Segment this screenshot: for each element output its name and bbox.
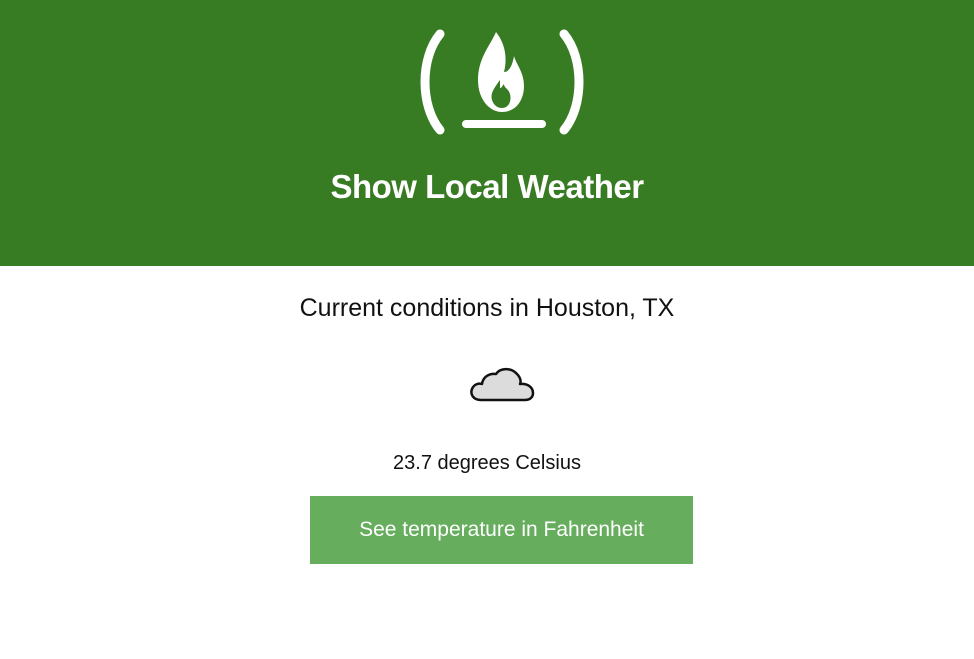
freecodecamp-fire-logo-icon [420,29,584,135]
header-banner: Show Local Weather [0,0,974,266]
toggle-fahrenheit-button[interactable]: See temperature in Fahrenheit [310,496,693,564]
conditions-heading: Current conditions in Houston, TX [299,294,675,322]
cloud-icon [470,367,535,402]
temperature-readout: 23.7 degrees Celsius [393,452,581,474]
page-title: Show Local Weather [330,168,644,205]
